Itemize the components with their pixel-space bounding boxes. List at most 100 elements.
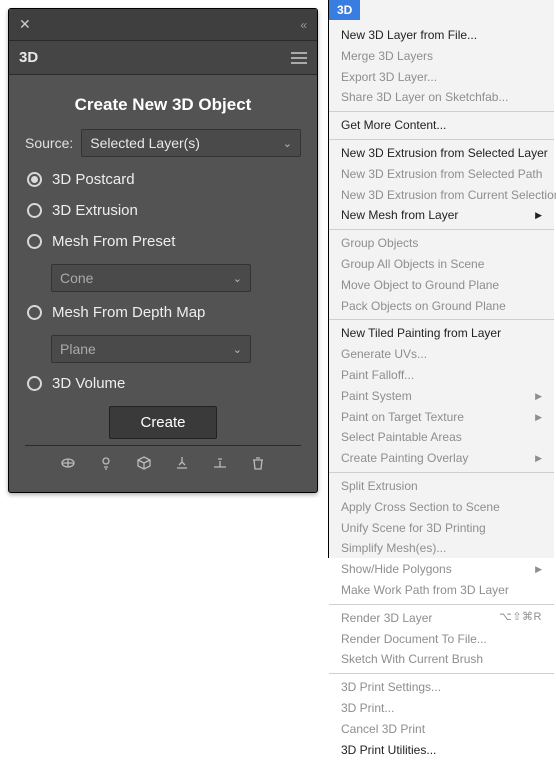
- radio-extrusion-label: 3D Extrusion: [52, 202, 138, 219]
- source-select[interactable]: Selected Layer(s) ⌄: [81, 129, 301, 157]
- preset-select[interactable]: Cone ⌄: [51, 264, 251, 292]
- menu-item-label: Paint System: [341, 388, 412, 405]
- chevron-down-icon: ⌄: [233, 343, 242, 356]
- menu-item: Split Extrusion: [329, 476, 554, 497]
- chevron-down-icon: ⌄: [283, 137, 292, 150]
- menu-item: New 3D Extrusion from Current Selection: [329, 185, 554, 206]
- menu-group: Get More Content...: [329, 112, 554, 140]
- radio-extrusion[interactable]: [27, 203, 42, 218]
- menu-item: Share 3D Layer on Sketchfab...: [329, 87, 554, 108]
- close-icon[interactable]: ✕: [15, 14, 35, 35]
- menu-item-label: 3D Print Utilities...: [341, 742, 436, 759]
- radio-mesh-preset[interactable]: [27, 234, 42, 249]
- submenu-arrow-icon: ▶: [535, 563, 542, 576]
- radio-mesh-preset-label: Mesh From Preset: [52, 233, 175, 250]
- menu-item-label: Move Object to Ground Plane: [341, 277, 499, 294]
- menu-item-label: Select Paintable Areas: [341, 429, 462, 446]
- trash-icon[interactable]: [248, 454, 268, 472]
- menu-group: 3D Print Settings... 3D Print... Cancel 3D…: [329, 674, 554, 763]
- menu-item-label: New 3D Extrusion from Selected Path: [341, 166, 542, 183]
- menu-item-label: 3D Print...: [341, 700, 394, 717]
- panel-title: 3D: [19, 49, 38, 66]
- menu-item[interactable]: New Mesh from Layer ▶: [329, 205, 554, 226]
- menu-item[interactable]: New 3D Layer from File...: [329, 25, 554, 46]
- menu-item: Unify Scene for 3D Printing: [329, 518, 554, 539]
- submenu-arrow-icon: ▶: [535, 209, 542, 222]
- menu-item[interactable]: Get More Content...: [329, 115, 554, 136]
- menu-item-label: Generate UVs...: [341, 346, 427, 363]
- menu-title: 3D: [329, 0, 360, 20]
- depth-value: Plane: [60, 341, 96, 357]
- menu-item-label: New 3D Extrusion from Current Selection: [341, 187, 556, 204]
- menu-item-label: New Mesh from Layer: [341, 207, 458, 224]
- camera-icon[interactable]: [210, 454, 230, 472]
- menu-item-label: Export 3D Layer...: [341, 69, 437, 86]
- menu-item-label: New 3D Extrusion from Selected Layer: [341, 145, 548, 162]
- menu-item: Paint Falloff...: [329, 365, 554, 386]
- menu-item: Export 3D Layer...: [329, 67, 554, 88]
- panel-menu-icon[interactable]: [291, 52, 307, 64]
- radio-volume[interactable]: [27, 376, 42, 391]
- menu-item: Move Object to Ground Plane: [329, 275, 554, 296]
- material-icon[interactable]: [134, 454, 154, 472]
- menu-item: Cancel 3D Print: [329, 719, 554, 740]
- create-button[interactable]: Create: [109, 406, 216, 439]
- radio-volume-label: 3D Volume: [52, 375, 125, 392]
- menu-item-label: Simplify Mesh(es)...: [341, 540, 446, 557]
- radio-mesh-depth-label: Mesh From Depth Map: [52, 304, 205, 321]
- menu-item[interactable]: 3D Print Utilities...: [329, 740, 554, 761]
- menu-item-label: Unify Scene for 3D Printing: [341, 520, 486, 537]
- menu-item-label: Show/Hide Polygons: [341, 561, 452, 578]
- collapse-icon[interactable]: «: [296, 16, 311, 34]
- menu-item: Paint on Target Texture▶: [329, 407, 554, 428]
- menu-item: Pack Objects on Ground Plane: [329, 296, 554, 317]
- menu-item-label: Group Objects: [341, 235, 418, 252]
- menu-item: Sketch With Current Brush: [329, 649, 554, 670]
- menu-body: New 3D Layer from File... Merge 3D Layers…: [329, 20, 554, 763]
- preset-value: Cone: [60, 270, 93, 286]
- menu-group: Render 3D Layer⌥⇧⌘RRender Document To Fi…: [329, 605, 554, 674]
- radio-mesh-depth[interactable]: [27, 305, 42, 320]
- panel-tabbar: ✕ «: [9, 9, 317, 41]
- 3d-menu: 3D New 3D Layer from File... Merge 3D Lay…: [328, 0, 554, 558]
- submenu-arrow-icon: ▶: [535, 390, 542, 403]
- menu-item: Generate UVs...: [329, 344, 554, 365]
- menu-item: Simplify Mesh(es)...: [329, 538, 554, 559]
- menu-item-label: Group All Objects in Scene: [341, 256, 484, 273]
- menu-item: 3D Print Settings...: [329, 677, 554, 698]
- menu-item-label: Create Painting Overlay: [341, 450, 468, 467]
- menu-item: Render 3D Layer⌥⇧⌘R: [329, 608, 554, 629]
- light-icon[interactable]: [96, 454, 116, 472]
- section-title: Create New 3D Object: [25, 95, 301, 115]
- menu-item-label: 3D Print Settings...: [341, 679, 441, 696]
- menu-item-label: Merge 3D Layers: [341, 48, 433, 65]
- panel-header: 3D: [9, 41, 317, 75]
- menu-item: Render Document To File...: [329, 629, 554, 650]
- menu-group: Group Objects Group All Objects in Scene M…: [329, 230, 554, 320]
- radio-postcard[interactable]: [27, 172, 42, 187]
- radio-postcard-label: 3D Postcard: [52, 171, 135, 188]
- mesh-icon[interactable]: [172, 454, 192, 472]
- scene-icon[interactable]: [58, 454, 78, 472]
- source-value: Selected Layer(s): [90, 135, 200, 151]
- menu-item-label: Share 3D Layer on Sketchfab...: [341, 89, 508, 106]
- menu-item: Apply Cross Section to Scene: [329, 497, 554, 518]
- menu-item: Make Work Path from 3D Layer: [329, 580, 554, 601]
- menu-item-label: Split Extrusion: [341, 478, 418, 495]
- menu-item-label: Get More Content...: [341, 117, 446, 134]
- menu-item-label: Paint on Target Texture: [341, 409, 464, 426]
- menu-item: Group Objects: [329, 233, 554, 254]
- menu-item[interactable]: New Tiled Painting from Layer: [329, 323, 554, 344]
- menu-group: Split Extrusion Apply Cross Section to Sc…: [329, 473, 554, 605]
- menu-item-label: Paint Falloff...: [341, 367, 414, 384]
- menu-item: Create Painting Overlay ▶: [329, 448, 554, 469]
- menu-item: 3D Print...: [329, 698, 554, 719]
- menu-item[interactable]: New 3D Extrusion from Selected Layer: [329, 143, 554, 164]
- menu-item: Paint System ▶: [329, 386, 554, 407]
- depth-select[interactable]: Plane ⌄: [51, 335, 251, 363]
- panel-form: Create New 3D Object Source: Selected La…: [9, 75, 317, 492]
- submenu-arrow-icon: ▶: [535, 452, 542, 465]
- menu-item-label: Render 3D Layer: [341, 610, 432, 627]
- menu-item: Show/Hide Polygons ▶: [329, 559, 554, 580]
- menu-group: New 3D Layer from File... Merge 3D Layers…: [329, 22, 554, 112]
